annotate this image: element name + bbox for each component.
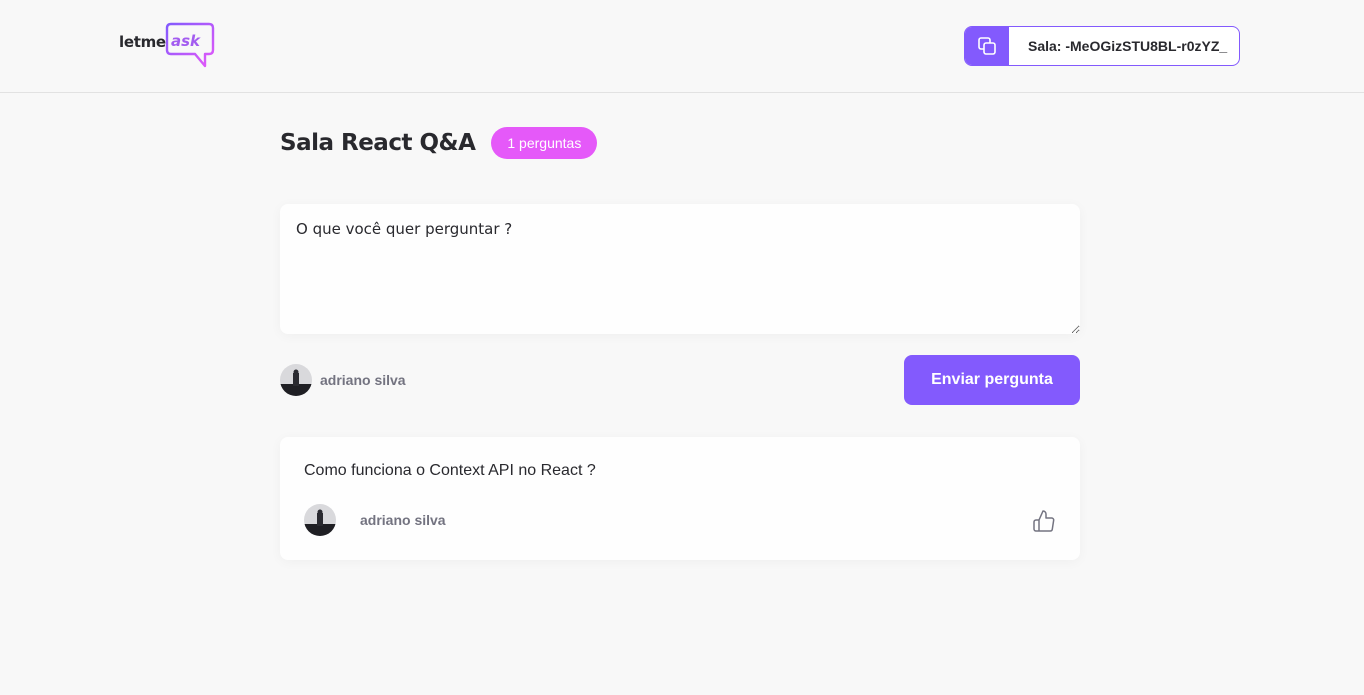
logo-ask-text: ask (171, 32, 201, 50)
question-author-name: adriano silva (360, 512, 446, 528)
question-content: Como funciona o Context API no React ? (304, 462, 596, 479)
question-count-badge: 1 perguntas (491, 127, 598, 159)
question-input[interactable] (280, 204, 1080, 334)
like-button[interactable] (1030, 507, 1058, 535)
logo-letme-text: letme (119, 33, 166, 51)
page-title: Sala React Q&A (280, 130, 476, 156)
question-card: Como funciona o Context API no React ? a… (280, 437, 1080, 560)
page-header: letme ask Sala: -MeOGizSTU8BL-r0zYZ_ (0, 0, 1364, 93)
letmeask-logo[interactable]: letme ask (119, 22, 215, 70)
room-code-copy-button[interactable]: Sala: -MeOGizSTU8BL-r0zYZ_ (964, 26, 1240, 66)
current-user-name: adriano silva (320, 372, 406, 388)
copy-icon-box[interactable] (965, 27, 1009, 65)
room-title-row: Sala React Q&A 1 perguntas (280, 127, 598, 159)
question-author: adriano silva (304, 504, 446, 536)
room-code-text: Sala: -MeOGizSTU8BL-r0zYZ_ (1028, 38, 1228, 54)
send-question-button[interactable]: Enviar pergunta (904, 355, 1080, 405)
thumbs-up-icon (1033, 510, 1055, 532)
avatar (280, 364, 312, 396)
copy-icon (978, 37, 996, 55)
avatar (304, 504, 336, 536)
current-user-info: adriano silva (280, 364, 406, 396)
